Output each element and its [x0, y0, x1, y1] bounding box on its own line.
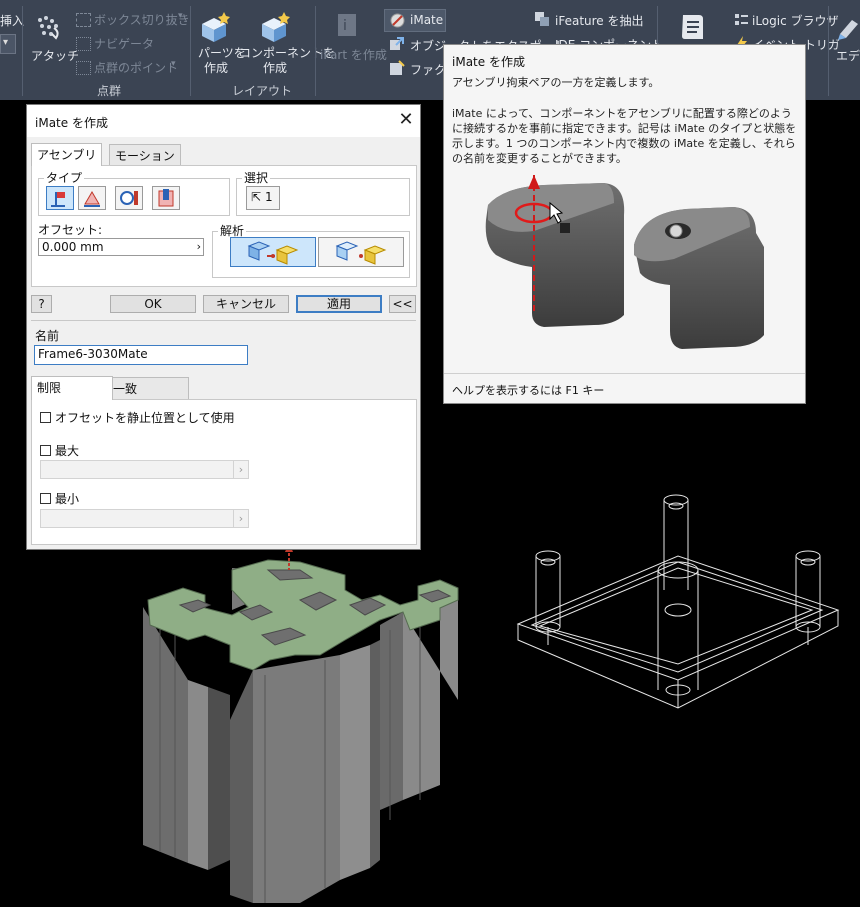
help-icon: ?	[38, 297, 45, 311]
type-legend: タイプ	[44, 169, 85, 186]
attach-label: アタッチ	[31, 49, 80, 63]
point-cloud-attach-icon	[38, 16, 59, 40]
imate-icon	[390, 13, 405, 28]
solution-flush-button[interactable]	[318, 237, 404, 267]
factory-icon	[390, 60, 405, 75]
divider	[31, 320, 416, 321]
imate-button[interactable]: iMate	[384, 9, 446, 32]
editor-button[interactable]: エディ	[836, 47, 860, 64]
mate-constraint-icon	[51, 192, 65, 207]
create-imate-dialog: iMate を作成 ✕ アセンブリ モーション タイプ 選択 ⇱ 1 オフセット…	[26, 104, 421, 550]
extract-ifeature-icon	[535, 12, 549, 26]
tab-match[interactable]: 一致	[107, 377, 189, 400]
create-part-label: パーツを 作成	[198, 46, 246, 75]
chevron-down-icon: ▾	[3, 37, 9, 48]
chevron-right-icon[interactable]: ›	[197, 239, 201, 255]
extract-ifeature-button[interactable]: iFeature を抽出	[555, 12, 644, 29]
type-tangent-button[interactable]	[115, 186, 143, 210]
editor-icon	[838, 20, 858, 40]
offset-input[interactable]: 0.000 mm ›	[38, 238, 204, 256]
max-checkbox[interactable]	[40, 445, 51, 456]
max-label: 最大	[55, 444, 80, 458]
ipart-icon: i	[338, 14, 356, 36]
use-offset-rest-checkbox[interactable]	[40, 412, 51, 423]
ilogic-browser-icon	[735, 14, 748, 25]
dialog-titlebar[interactable]: iMate を作成 ✕	[27, 105, 420, 137]
chevron-down-icon: ▾	[171, 59, 176, 69]
point-icon	[76, 61, 91, 75]
cancel-button[interactable]: キャンセル	[203, 295, 289, 313]
attach-button[interactable]	[34, 12, 62, 42]
tab-limits[interactable]: 制限	[31, 376, 113, 400]
name-input[interactable]: Frame6-3030Mate	[34, 345, 248, 365]
name-label: 名前	[35, 329, 60, 343]
navigator-icon	[76, 37, 91, 51]
use-offset-rest-label: オフセットを静止位置として使用	[55, 411, 235, 425]
select-geometry-button[interactable]: ⇱ 1	[246, 186, 280, 210]
imate-tooltip: iMate を作成 アセンブリ拘束ペアの一方を定義します。 iMate によって…	[443, 44, 806, 404]
create-ipart-label: iPart を作成	[320, 48, 387, 62]
flush-solution-icon	[335, 241, 387, 265]
tooltip-footer: ヘルプを表示するには F1 キー	[444, 373, 805, 404]
create-part-icon	[202, 12, 230, 42]
chevron-down-icon: ▾	[178, 11, 183, 21]
help-button[interactable]: ?	[31, 295, 52, 313]
select-count: 1	[265, 190, 273, 204]
ilogic-browser-button[interactable]: iLogic ブラウザ	[752, 12, 839, 29]
chevron-right-icon: ›	[233, 461, 248, 478]
insert-label[interactable]: 挿入	[0, 12, 24, 29]
offset-label: オフセット:	[38, 223, 103, 237]
apply-button[interactable]: 適用	[296, 295, 382, 313]
create-component-button[interactable]	[256, 10, 292, 44]
close-icon[interactable]: ✕	[397, 111, 415, 129]
tooltip-illustration	[485, 175, 764, 349]
tooltip-subtitle: アセンブリ拘束ペアの一方を定義します。	[452, 76, 660, 89]
imate-label: iMate	[410, 13, 444, 27]
tangent-constraint-icon	[120, 191, 138, 205]
aluminum-profile-model[interactable]	[143, 542, 459, 903]
angle-constraint-icon	[84, 191, 100, 207]
solution-mate-button[interactable]	[230, 237, 316, 267]
create-component-icon	[262, 12, 290, 42]
create-part-button[interactable]	[198, 10, 232, 44]
script-icon	[682, 15, 703, 39]
tooltip-help-hint: ヘルプを表示するには F1 キー	[452, 384, 605, 397]
create-ipart-button[interactable]: i	[334, 10, 362, 40]
wireframe-base-plate-model[interactable]	[516, 494, 840, 709]
assembly-tab-panel: タイプ 選択 ⇱ 1 オフセット: 0.000 mm › 解析	[31, 165, 417, 287]
insert-dropdown[interactable]: ▾	[0, 34, 16, 54]
tooltip-title: iMate を作成	[452, 55, 525, 69]
ok-button[interactable]: OK	[110, 295, 196, 313]
collapse-button[interactable]: <<	[389, 295, 416, 313]
point-cloud-point-button[interactable]: 点群のポイント	[94, 59, 178, 76]
type-insert-button[interactable]	[152, 186, 180, 210]
box-trim-button[interactable]: ボックス切り抜き	[94, 11, 190, 28]
min-input: ›	[40, 509, 249, 528]
navigator-button[interactable]: ナビゲータ	[94, 35, 154, 52]
max-input: ›	[40, 460, 249, 479]
offset-value: 0.000 mm	[42, 240, 104, 254]
point-cloud-group-label: 点群	[97, 84, 122, 98]
limits-tab-panel: オフセットを静止位置として使用 最大 › 最小 ›	[31, 399, 417, 545]
box-trim-icon	[76, 13, 91, 27]
svg-text:i: i	[343, 18, 347, 34]
export-object-icon	[390, 37, 404, 50]
mate-solution-icon	[247, 241, 299, 265]
create-component-label: コンポーネントを 作成	[239, 46, 336, 75]
type-mate-button[interactable]	[46, 186, 74, 210]
layout-group-label: レイアウト	[232, 84, 293, 98]
min-label: 最小	[55, 492, 80, 506]
type-angle-button[interactable]	[78, 186, 106, 210]
min-checkbox[interactable]	[40, 493, 51, 504]
dialog-title: iMate を作成	[35, 116, 108, 130]
selection-legend: 選択	[242, 169, 271, 186]
insert-constraint-icon	[158, 189, 174, 207]
chevron-right-icon: ›	[233, 510, 248, 527]
tooltip-body: iMate によって、コンポーネントをアセンブリに配置する際どのように接続するか…	[452, 107, 797, 165]
pointer-icon: ⇱	[251, 190, 262, 204]
tab-motion[interactable]: モーション	[109, 144, 181, 166]
tab-assembly[interactable]: アセンブリ	[31, 143, 103, 166]
